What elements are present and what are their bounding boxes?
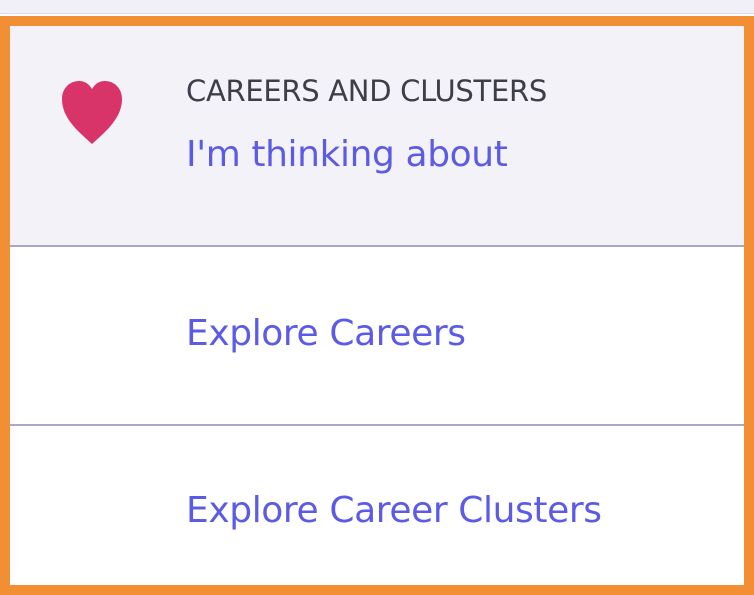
heart-icon bbox=[52, 70, 132, 150]
section-label: CAREERS AND CLUSTERS bbox=[186, 74, 547, 108]
menu-item-explore-career-clusters[interactable]: Explore Career Clusters bbox=[10, 426, 744, 585]
explore-careers-link[interactable]: Explore Careers bbox=[186, 313, 466, 354]
explore-career-clusters-link[interactable]: Explore Career Clusters bbox=[186, 490, 602, 531]
careers-and-clusters-section: CAREERS AND CLUSTERS I'm thinking about bbox=[10, 26, 744, 247]
top-strip bbox=[0, 0, 754, 14]
careers-menu-panel: CAREERS AND CLUSTERS I'm thinking about … bbox=[0, 16, 754, 595]
thinking-about-link[interactable]: I'm thinking about bbox=[186, 134, 508, 175]
menu-item-explore-careers[interactable]: Explore Careers bbox=[10, 247, 744, 426]
